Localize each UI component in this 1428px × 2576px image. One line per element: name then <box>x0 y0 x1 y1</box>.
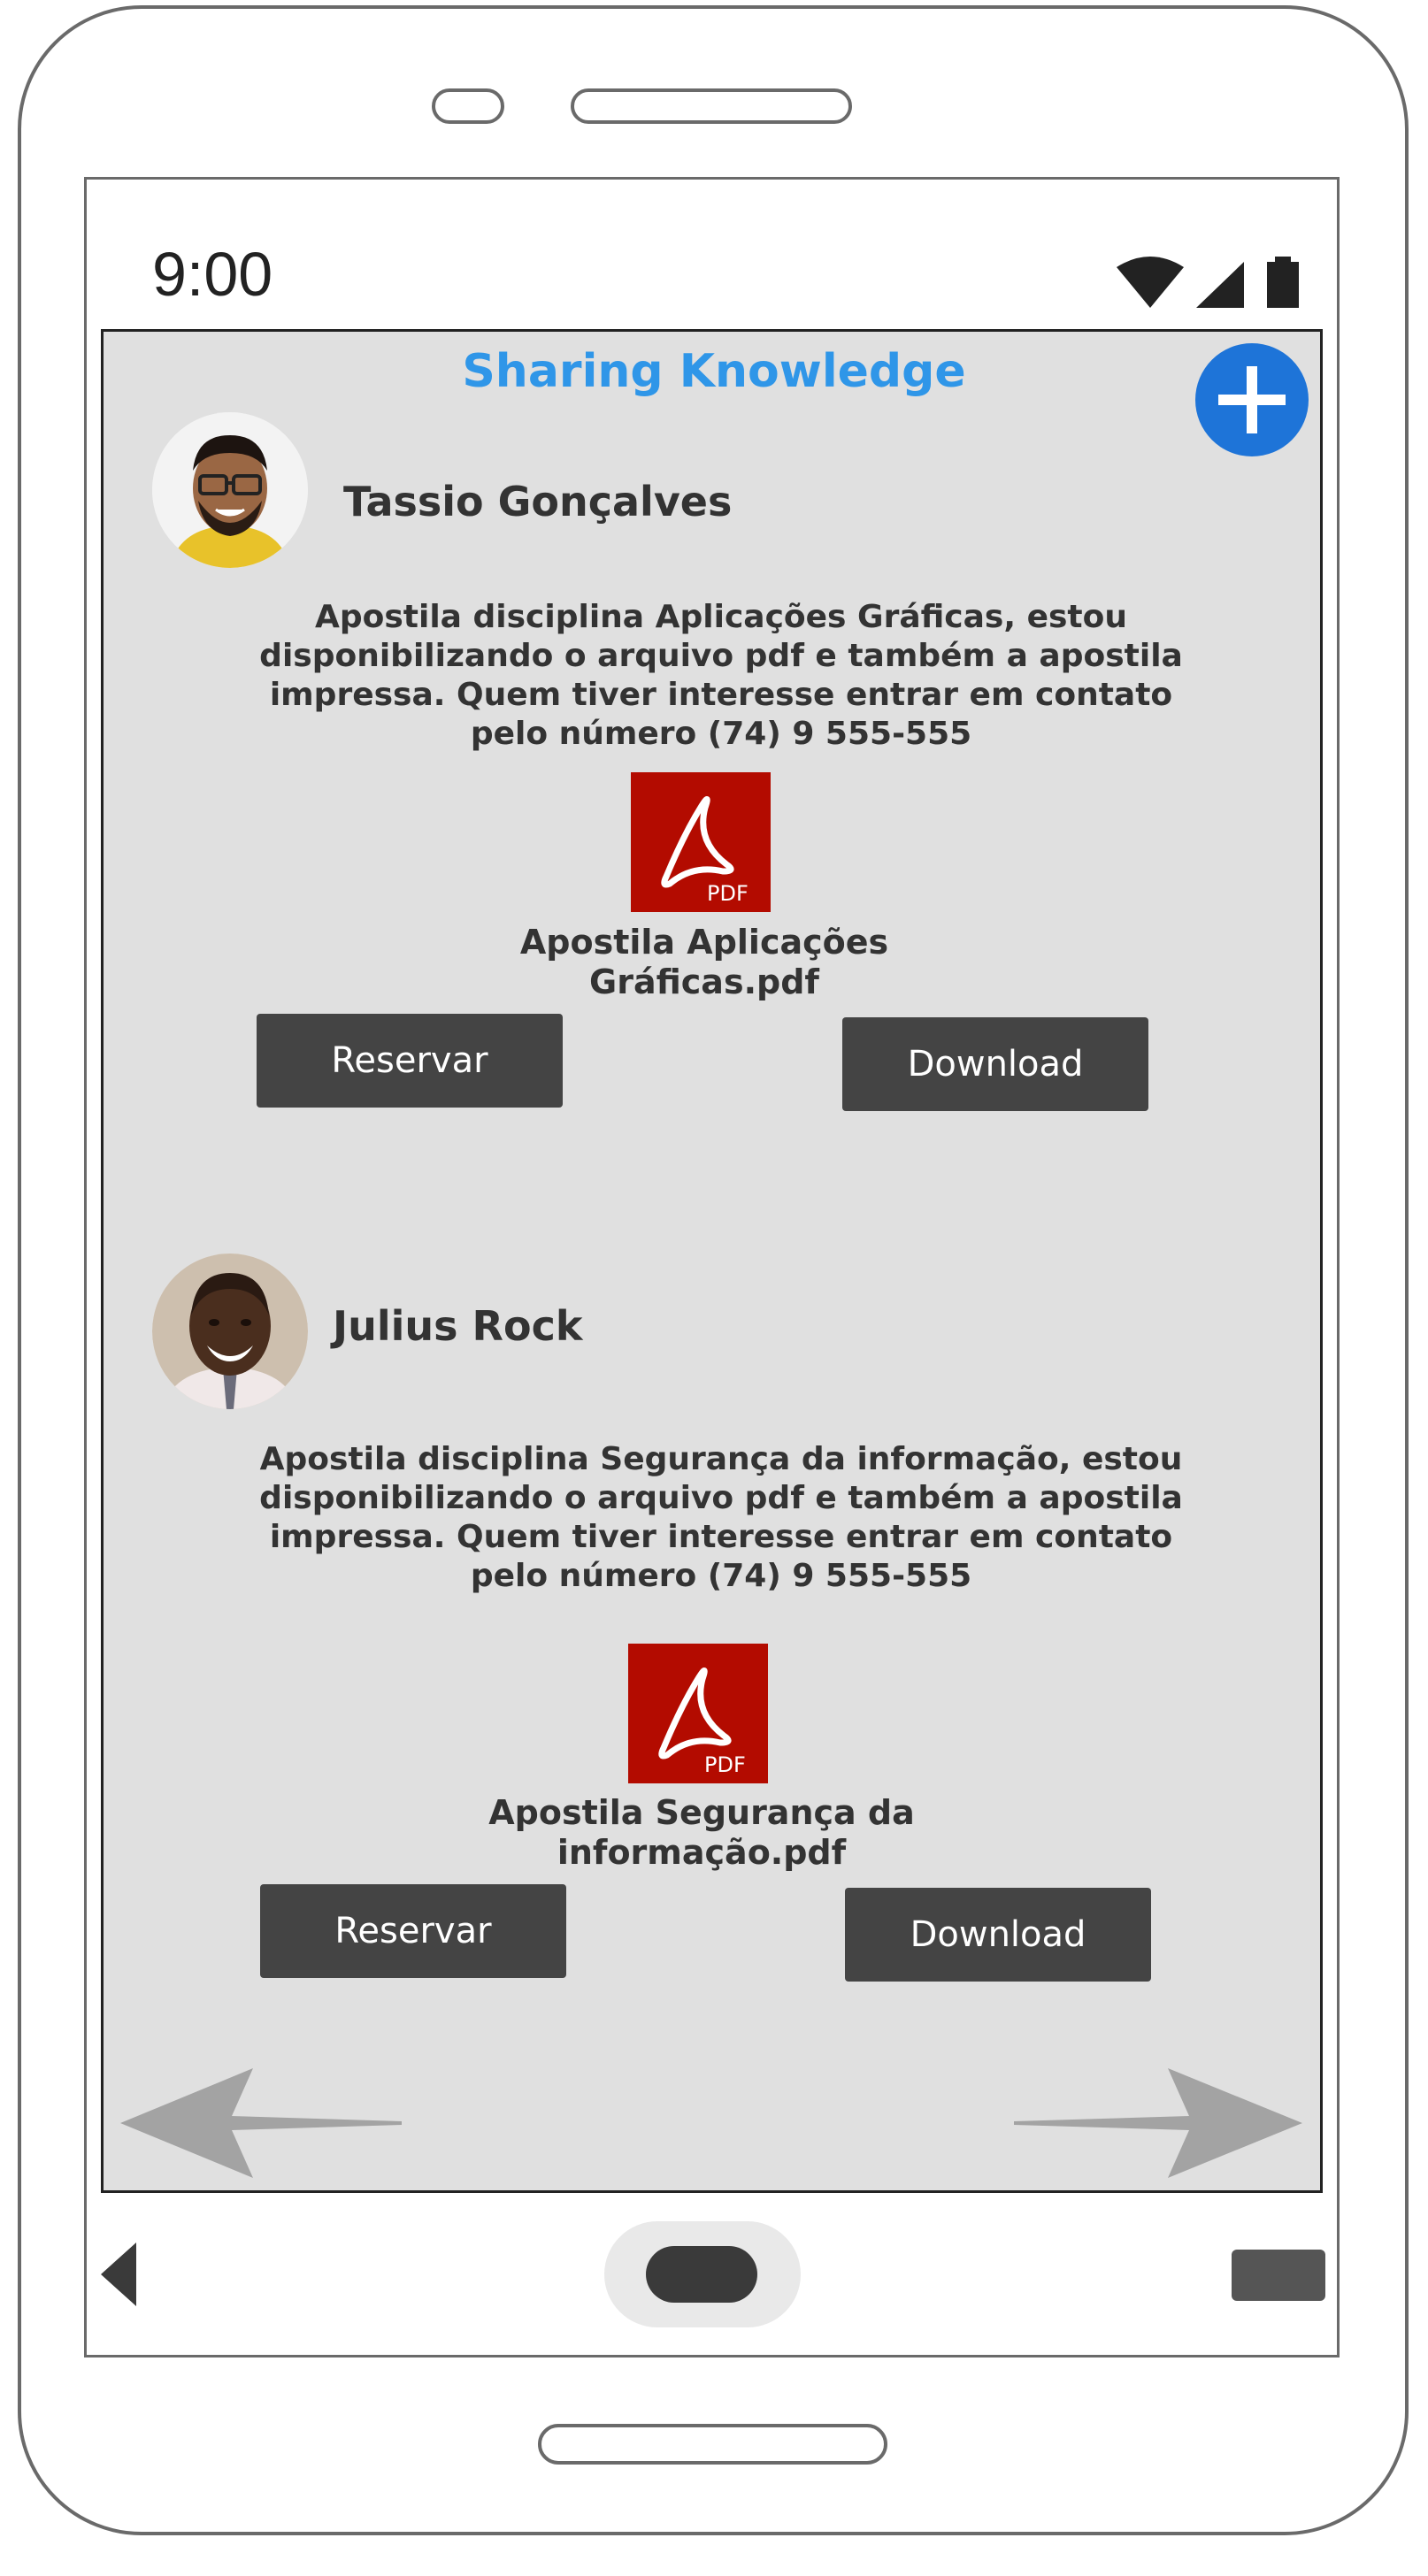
front-camera <box>432 88 504 124</box>
avatar-julius <box>152 1254 308 1409</box>
bottom-speaker <box>538 2424 887 2465</box>
arrow-left-icon <box>120 2068 402 2178</box>
previous-page-button[interactable] <box>120 2068 402 2178</box>
earpiece-speaker <box>571 88 852 124</box>
svg-text:PDF: PDF <box>707 881 749 906</box>
post-description: Apostila disciplina Segurança da informa… <box>259 1441 1183 1594</box>
add-post-button[interactable] <box>1195 343 1309 456</box>
recent-apps-button[interactable] <box>1232 2250 1325 2301</box>
signal-icon <box>1196 262 1244 308</box>
home-icon <box>646 2246 757 2303</box>
back-icon <box>101 2242 136 2306</box>
status-time: 9:00 <box>152 240 273 309</box>
next-page-button[interactable] <box>1014 2068 1302 2178</box>
download-button[interactable]: Download <box>842 1017 1148 1111</box>
back-button[interactable] <box>101 2242 140 2306</box>
post-author: Julius Rock <box>333 1302 583 1350</box>
pdf-icon[interactable]: PDF <box>631 772 771 912</box>
reserve-button[interactable]: Reservar <box>260 1884 566 1978</box>
post-author: Tassio Gonçalves <box>343 478 733 525</box>
pdf-icon[interactable]: PDF <box>628 1644 768 1783</box>
download-button[interactable]: Download <box>845 1888 1151 1982</box>
svg-text:PDF: PDF <box>704 1752 746 1777</box>
avatar-tassio <box>152 412 308 568</box>
status-icons <box>1117 255 1307 310</box>
arrow-right-icon <box>1014 2068 1302 2178</box>
reserve-button[interactable]: Reservar <box>257 1014 563 1108</box>
battery-icon <box>1267 257 1299 308</box>
wifi-icon <box>1117 257 1184 308</box>
plus-icon <box>1218 366 1286 433</box>
post-description: Apostila disciplina Aplicações Gráficas,… <box>259 599 1183 752</box>
file-name[interactable]: Apostila Segurança da informação.pdf <box>472 1793 932 1873</box>
file-name[interactable]: Apostila Aplicações Gráficas.pdf <box>474 923 934 1002</box>
